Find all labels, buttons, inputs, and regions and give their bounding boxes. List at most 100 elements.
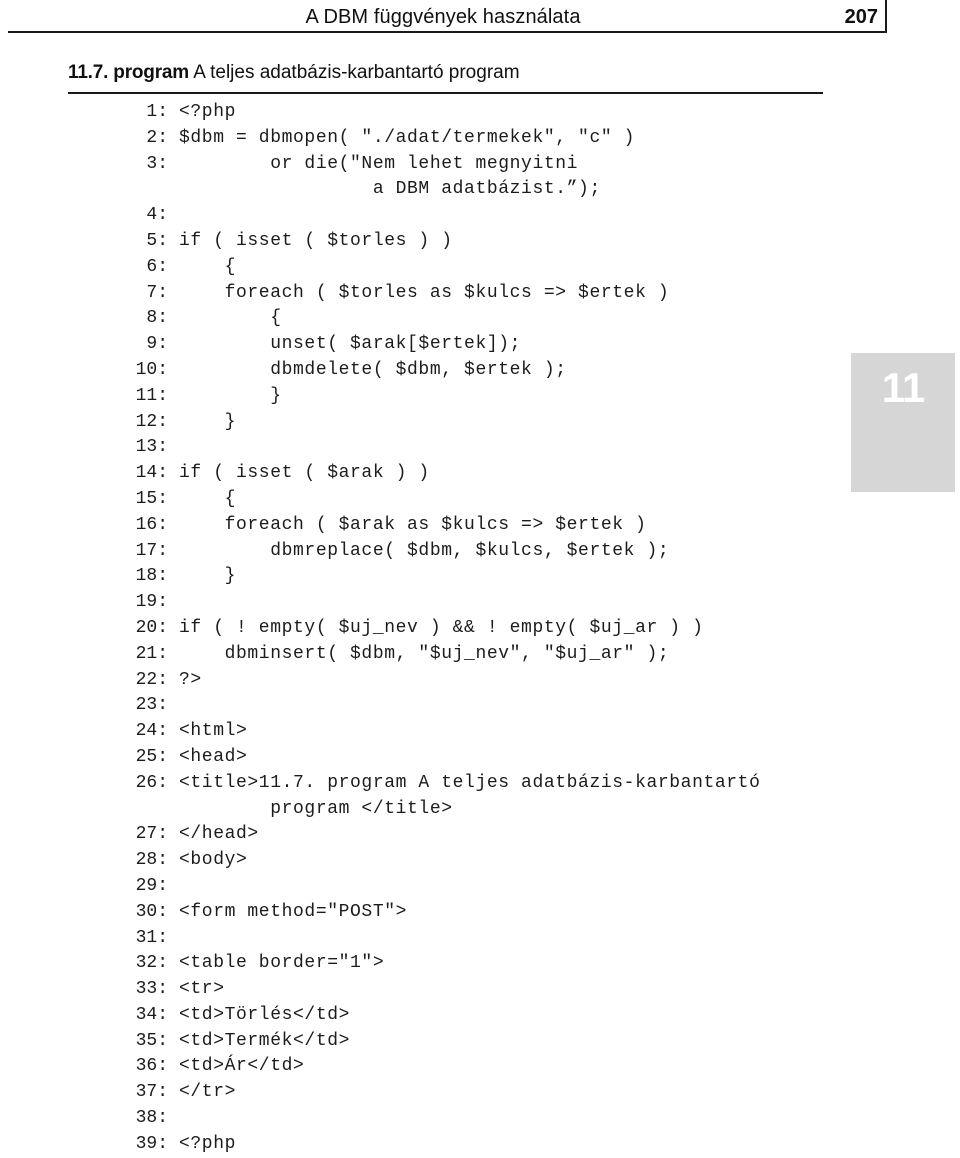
code-line-text: <html> — [179, 721, 248, 742]
chapter-thumb-number: 11 — [881, 364, 925, 411]
code-line-text: if ( isset ( $arak ) ) — [179, 463, 430, 484]
code-line-number: 13: — [135, 437, 168, 458]
program-code-listing: 1: <?php 2: $dbm = dbmopen( "./adat/termeke… — [120, 100, 860, 1158]
code-line-number: 12: — [135, 411, 168, 432]
code-line-text: dbminsert( $dbm, "$uj_nev", "$uj_ar" ); — [179, 643, 670, 664]
code-line: 19: — [120, 590, 860, 616]
code-line-text: program </title> — [179, 798, 453, 819]
code-line: 36: <td>Ár</td> — [120, 1054, 860, 1080]
code-line: 20: if ( ! empty( $uj_nev ) && ! empty( $… — [120, 616, 860, 642]
code-line-text: if ( ! empty( $uj_nev ) && ! empty( $uj_… — [179, 617, 704, 638]
code-line-text: <?php — [179, 1133, 237, 1154]
page-running-head: A DBM függvények használata 207 — [0, 0, 960, 34]
code-line-text: a DBM adatbázist.”); — [179, 179, 601, 200]
code-line: 12: } — [120, 410, 860, 436]
code-line-text: <td>Termék</td> — [179, 1030, 351, 1051]
code-line: 27: </head> — [120, 822, 860, 848]
code-line: 29: — [120, 874, 860, 900]
code-line-text: { — [179, 256, 237, 277]
code-line: 18: } — [120, 564, 860, 590]
code-line-number: 1: — [146, 102, 168, 122]
code-line-number: 25: — [135, 746, 168, 767]
chapter-thumb-tab: 11 — [851, 353, 955, 492]
code-line: 39: <?php — [120, 1132, 860, 1158]
code-line: 30: <form method="POST"> — [120, 900, 860, 926]
code-line-number: 30: — [135, 901, 168, 922]
header-divider-rule — [8, 31, 886, 33]
code-line-number: 5: — [146, 230, 168, 251]
code-line-number: 31: — [135, 927, 168, 948]
code-line-number: 21: — [135, 643, 168, 664]
code-line-text: <td>Ár</td> — [179, 1056, 305, 1077]
code-line-number: 20: — [135, 617, 168, 638]
code-line-number: 24: — [135, 721, 168, 742]
header-edge-tick — [885, 0, 887, 33]
code-line: 17: dbmreplace( $dbm, $kulcs, $ertek ); — [120, 539, 860, 565]
program-caption: 11.7. program A teljes adatbázis-karbant… — [68, 61, 828, 85]
code-line-number: 38: — [135, 1108, 168, 1129]
code-line-number: 8: — [146, 308, 168, 329]
code-line: 14: if ( isset ( $arak ) ) — [120, 461, 860, 487]
code-line: 5: if ( isset ( $torles ) ) — [120, 229, 860, 255]
code-line-number: 17: — [135, 540, 168, 561]
code-line: 7: foreach ( $torles as $kulcs => $ertek… — [120, 281, 860, 307]
code-line: 2: $dbm = dbmopen( "./adat/termekek", "c"… — [120, 126, 860, 152]
code-line-text: <form method="POST"> — [179, 901, 408, 922]
code-line: 3: or die("Nem lehet megnyitni — [120, 152, 860, 178]
code-line: 38: — [120, 1106, 860, 1132]
code-line-number: 27: — [135, 824, 168, 845]
code-line: 21: dbminsert( $dbm, "$uj_nev", "$uj_ar"… — [120, 642, 860, 668]
code-line-text: </head> — [179, 824, 259, 845]
code-line-number: 9: — [146, 334, 168, 355]
code-line: 32: <table border="1"> — [120, 951, 860, 977]
code-line: 15: { — [120, 487, 860, 513]
code-line-number: 6: — [146, 256, 168, 277]
code-line-number: 35: — [135, 1030, 168, 1051]
code-line: 13: — [120, 435, 860, 461]
code-line-text: foreach ( $torles as $kulcs => $ertek ) — [179, 282, 670, 303]
code-line: 16: foreach ( $arak as $kulcs => $ertek … — [120, 513, 860, 539]
program-caption-title: A teljes adatbázis-karbantartó program — [188, 62, 520, 83]
code-line-number: 39: — [135, 1133, 168, 1154]
code-line-number: 4: — [146, 205, 168, 226]
running-head-title: A DBM függvények használata — [305, 6, 581, 28]
code-line-text: or die("Nem lehet megnyitni — [179, 153, 579, 174]
program-caption-number: 11.7. program — [68, 62, 189, 83]
code-line-text: if ( isset ( $torles ) ) — [179, 230, 453, 251]
code-line-number: 10: — [135, 359, 168, 380]
code-line-text: } — [179, 385, 282, 406]
code-line-text: ?> — [179, 669, 202, 690]
code-line: program </title> — [120, 797, 860, 823]
code-line-number: 18: — [135, 566, 168, 587]
code-line-text: <body> — [179, 850, 248, 871]
code-line: 11: } — [120, 384, 860, 410]
code-line-text: <title>11.7. program A teljes adatbázis-… — [179, 772, 761, 793]
code-line-text: <tr> — [179, 979, 225, 1000]
code-line-number: 3: — [146, 153, 168, 174]
caption-divider-rule — [68, 92, 823, 94]
code-line: 31: — [120, 926, 860, 952]
page-number: 207 — [844, 6, 878, 28]
code-line: 25: <head> — [120, 745, 860, 771]
code-line-text: <table border="1"> — [179, 953, 385, 974]
code-line: 35: <td>Termék</td> — [120, 1029, 860, 1055]
code-line-number: 37: — [135, 1082, 168, 1103]
code-line-number: 15: — [135, 488, 168, 509]
code-line-text: unset( $arak[$ertek]); — [179, 334, 522, 355]
code-line: 1: <?php — [120, 100, 860, 126]
code-line: 24: <html> — [120, 719, 860, 745]
code-line-text: { — [179, 488, 237, 509]
code-line-text: $dbm = dbmopen( "./adat/termekek", "c" ) — [179, 127, 636, 148]
code-line: 33: <tr> — [120, 977, 860, 1003]
code-line: 10: dbmdelete( $dbm, $ertek ); — [120, 358, 860, 384]
code-line-number: 33: — [135, 979, 168, 1000]
code-line: 26: <title>11.7. program A teljes adatbáz… — [120, 771, 860, 797]
code-line: 6: { — [120, 255, 860, 281]
code-line-text: <head> — [179, 746, 248, 767]
code-line-text: </tr> — [179, 1082, 237, 1103]
code-line: 37: </tr> — [120, 1080, 860, 1106]
code-line-number: 2: — [146, 127, 168, 148]
code-line-number: 19: — [135, 592, 168, 613]
code-line: 4: — [120, 203, 860, 229]
code-line-number: 7: — [146, 282, 168, 303]
